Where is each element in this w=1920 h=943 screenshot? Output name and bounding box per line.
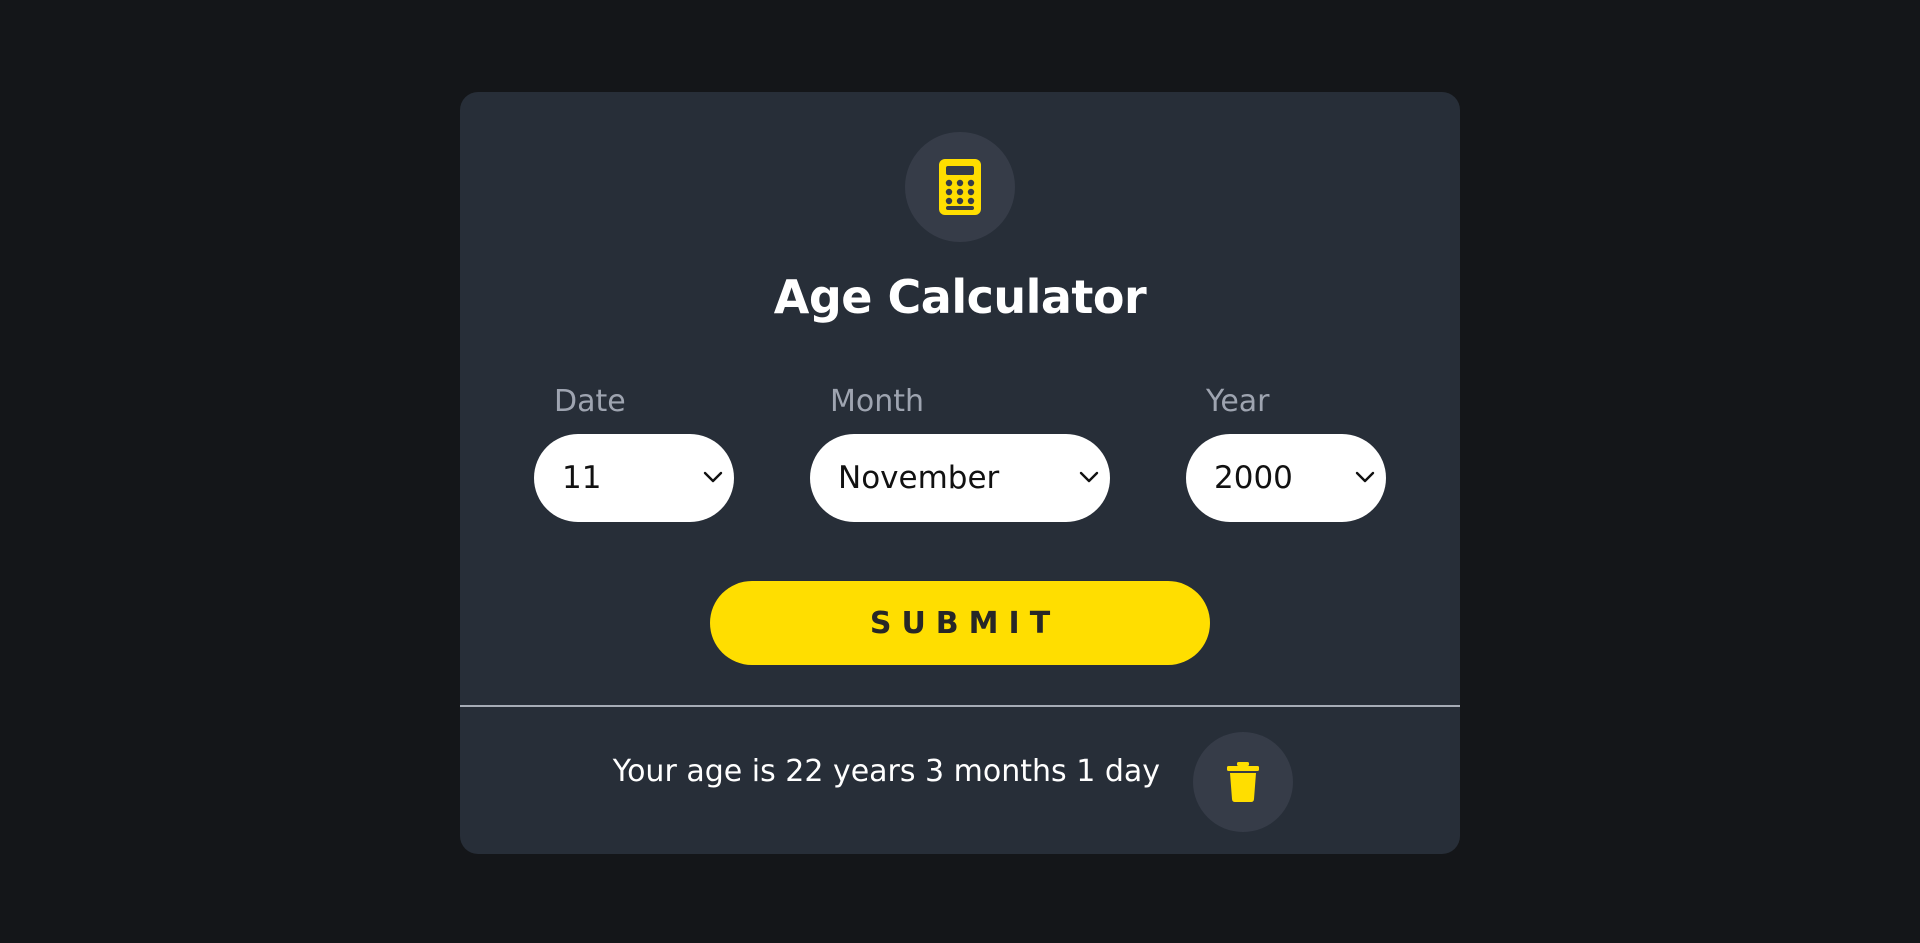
month-label: Month: [830, 384, 925, 419]
submit-button[interactable]: SUBMIT: [710, 581, 1210, 665]
year-select-value: 2000: [1214, 460, 1293, 496]
page-title: Age Calculator: [773, 270, 1147, 324]
chevron-down-icon: [1355, 471, 1375, 483]
age-result-text: Your age is 22 years 3 months 1 day: [612, 754, 1160, 789]
year-label: Year: [1206, 384, 1270, 419]
year-field: Year 2000: [1186, 382, 1386, 522]
month-select[interactable]: November: [810, 434, 1110, 522]
calculator-badge: [905, 132, 1015, 242]
trash-icon: [1227, 762, 1259, 802]
clear-result-button[interactable]: [1193, 732, 1293, 832]
age-calculator-card: Age Calculator Date 11 Month November Ye…: [460, 92, 1460, 854]
calculator-icon: [939, 159, 981, 215]
year-select[interactable]: 2000: [1186, 434, 1386, 522]
chevron-down-icon: [703, 471, 723, 483]
date-field: Date 11: [534, 382, 734, 522]
month-select-value: November: [838, 460, 1000, 496]
date-label: Date: [554, 384, 626, 419]
date-select[interactable]: 11: [534, 434, 734, 522]
submit-button-label: SUBMIT: [869, 605, 1061, 641]
month-field: Month November: [810, 382, 1110, 522]
divider: [460, 705, 1460, 707]
chevron-down-icon: [1079, 471, 1099, 483]
date-select-value: 11: [562, 460, 602, 496]
